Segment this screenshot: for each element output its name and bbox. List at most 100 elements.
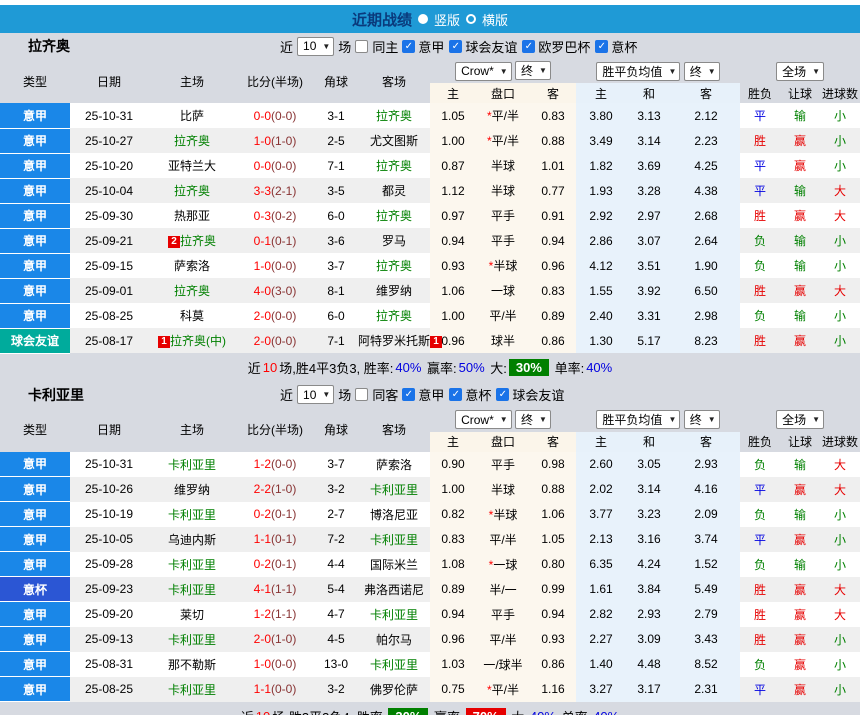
- home-team-name[interactable]: 拉齐奥: [180, 234, 216, 248]
- fulltime-score: 2-0: [254, 309, 271, 323]
- home-team-name[interactable]: 卡利亚里: [168, 633, 216, 647]
- same-away-checkbox[interactable]: [355, 388, 368, 401]
- recent-count-select[interactable]: 10▼: [297, 385, 334, 404]
- away-team-name[interactable]: 佛罗伦萨: [370, 683, 418, 697]
- home-team-name[interactable]: 拉齐奥: [174, 134, 210, 148]
- away-team-name[interactable]: 尤文图斯: [370, 134, 418, 148]
- draw-odds: 3.16: [626, 527, 672, 552]
- league-checkbox[interactable]: ✓: [522, 40, 535, 53]
- home-team-name[interactable]: 卡利亚里: [168, 508, 216, 522]
- wdl-average-select[interactable]: 胜平负均值▼: [596, 62, 680, 81]
- away-team-name[interactable]: 帕尔马: [376, 633, 412, 647]
- league-checkbox[interactable]: ✓: [496, 388, 509, 401]
- home-team-name[interactable]: 拉齐奥(中): [170, 334, 226, 348]
- home-team-name[interactable]: 卡利亚里: [168, 583, 216, 597]
- win-odds: 2.92: [576, 203, 626, 228]
- score: 0-3(0-2): [236, 203, 314, 228]
- league-checkbox-label[interactable]: 欧罗巴杯: [538, 37, 590, 56]
- away-team-name[interactable]: 阿特罗米托斯: [358, 334, 430, 348]
- league-checkbox[interactable]: ✓: [402, 40, 415, 53]
- away-team-name[interactable]: 卡利亚里: [370, 483, 418, 497]
- same-home-label[interactable]: 同主: [372, 37, 398, 56]
- corner-score: 7-2: [314, 527, 358, 552]
- league-checkbox-label[interactable]: 球会友谊: [465, 37, 517, 56]
- away-team-name[interactable]: 拉齐奥: [376, 109, 412, 123]
- away-team-name[interactable]: 卡利亚里: [370, 658, 418, 672]
- home-team-name[interactable]: 乌迪内斯: [168, 533, 216, 547]
- horizontal-radio-label[interactable]: 横版: [482, 10, 508, 29]
- league-checkbox-label[interactable]: 意甲: [418, 37, 444, 56]
- home-team-name[interactable]: 卡利亚里: [168, 558, 216, 572]
- odds-company-select[interactable]: Crow*▼: [455, 62, 512, 81]
- away-team-name[interactable]: 博洛尼亚: [370, 508, 418, 522]
- wdl-average-select[interactable]: 胜平负均值▼: [596, 410, 680, 429]
- record-summary: 近10场,胜4平3负3, 胜率:40% 赢率:50% 大:30% 单率:40%: [0, 354, 860, 382]
- away-team-name[interactable]: 国际米兰: [370, 558, 418, 572]
- home-team-name[interactable]: 亚特兰大: [168, 159, 216, 173]
- away-team-name[interactable]: 罗马: [382, 234, 406, 248]
- odds-time-select[interactable]: 终▼: [515, 61, 551, 80]
- away-team-name[interactable]: 维罗纳: [376, 284, 412, 298]
- home-team-name[interactable]: 卡利亚里: [168, 458, 216, 472]
- horizontal-radio[interactable]: [466, 14, 476, 24]
- home-team-name[interactable]: 卡利亚里: [168, 683, 216, 697]
- wdl-time-select[interactable]: 终▼: [684, 62, 720, 81]
- recent-count-select[interactable]: 10▼: [297, 37, 334, 56]
- same-home-checkbox[interactable]: [355, 40, 368, 53]
- result-goals: 大: [820, 278, 860, 303]
- wdl-select-group: 胜平负均值▼ 终▼: [576, 408, 740, 432]
- away-team-name[interactable]: 都灵: [382, 184, 406, 198]
- away-team-name[interactable]: 萨索洛: [376, 458, 412, 472]
- fulltime-score: 2-0: [254, 334, 271, 348]
- league-checkbox[interactable]: ✓: [449, 40, 462, 53]
- corner-score: 3-5: [314, 178, 358, 203]
- star-marker: *: [487, 683, 492, 697]
- home-team-name[interactable]: 拉齐奥: [174, 284, 210, 298]
- scope-select[interactable]: 全场▼: [776, 62, 824, 81]
- odds-company-select[interactable]: Crow*▼: [455, 410, 512, 429]
- away-team-name[interactable]: 弗洛西诺尼: [364, 583, 424, 597]
- home-team-name[interactable]: 萨索洛: [174, 259, 210, 273]
- home-team-name[interactable]: 科莫: [180, 309, 204, 323]
- result-goals: 小: [820, 627, 860, 652]
- home-team-name[interactable]: 那不勒斯: [168, 658, 216, 672]
- home-team-name[interactable]: 热那亚: [174, 209, 210, 223]
- home-team-name[interactable]: 莱切: [180, 608, 204, 622]
- vertical-radio[interactable]: [418, 14, 428, 24]
- league-checkbox-label[interactable]: 意杯: [611, 37, 637, 56]
- home-team-name[interactable]: 比萨: [180, 109, 204, 123]
- wdl-time-select[interactable]: 终▼: [684, 410, 720, 429]
- away-team-name[interactable]: 拉齐奥: [376, 209, 412, 223]
- match-date: 25-10-19: [70, 502, 148, 527]
- away-team-name[interactable]: 卡利亚里: [370, 533, 418, 547]
- same-away-label[interactable]: 同客: [372, 385, 398, 404]
- away-team-name[interactable]: 拉齐奥: [376, 159, 412, 173]
- match-date: 25-10-31: [70, 452, 148, 477]
- home-team-name[interactable]: 维罗纳: [174, 483, 210, 497]
- lose-odds: 6.50: [672, 278, 740, 303]
- page: 近期战绩 竖版 横版 拉齐奥 近 10▼ 场 同主 ✓意甲✓球会友谊✓欧罗巴杯✓…: [0, 0, 860, 715]
- result-wdl: 平: [740, 527, 780, 552]
- away-team-name[interactable]: 拉齐奥: [376, 309, 412, 323]
- league-checkbox-label[interactable]: 意甲: [418, 385, 444, 404]
- away-team-name[interactable]: 卡利亚里: [370, 608, 418, 622]
- league-checkbox-label[interactable]: 意杯: [465, 385, 491, 404]
- table-row: 意甲25-09-15萨索洛1-0(0-0)3-7拉齐奥0.93*半球0.964.…: [0, 253, 860, 278]
- odds-time-select[interactable]: 终▼: [515, 410, 551, 429]
- league-checkbox[interactable]: ✓: [402, 388, 415, 401]
- home-team-name[interactable]: 拉齐奥: [174, 184, 210, 198]
- handicap: *平/半: [476, 128, 530, 153]
- col-result: 胜负: [740, 83, 780, 103]
- handicap: *半球: [476, 253, 530, 278]
- league-checkbox[interactable]: ✓: [595, 40, 608, 53]
- fulltime-score: 1-1: [254, 682, 271, 696]
- scope-select[interactable]: 全场▼: [776, 410, 824, 429]
- league-checkbox[interactable]: ✓: [449, 388, 462, 401]
- league-checkbox-label[interactable]: 球会友谊: [512, 385, 564, 404]
- match-type: 意甲: [0, 677, 70, 702]
- away-team: 拉齐奥: [358, 303, 430, 328]
- vertical-radio-label[interactable]: 竖版: [434, 10, 460, 29]
- handicap: 球半: [476, 328, 530, 353]
- away-team-name[interactable]: 拉齐奥: [376, 259, 412, 273]
- result-handicap: 输: [780, 228, 820, 253]
